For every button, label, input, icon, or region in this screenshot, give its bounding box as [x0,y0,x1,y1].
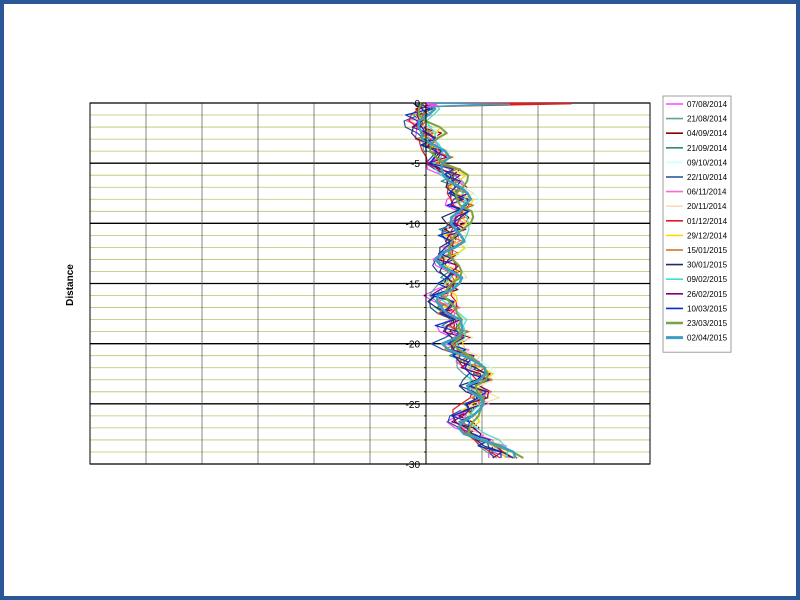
legend-entry-label: 30/01/2015 [687,261,728,270]
legend-entry-label: 29/12/2014 [687,231,728,240]
legend-entry-label: 15/01/2015 [687,246,728,255]
y-tick-label: -30 [406,460,421,471]
legend-entry-label: 09/02/2015 [687,275,728,284]
legend-entry-label: 02/04/2015 [687,334,728,343]
legend-entry-label: 23/03/2015 [687,319,728,328]
grid-layer [89,102,651,465]
legend-entry-label: 21/09/2014 [687,144,728,153]
legend-entry-label: 21/08/2014 [687,115,728,124]
legend-entry-label: 04/09/2014 [687,129,728,138]
chart: 0-5-10-15-20-25-30 07/08/201421/08/20140… [65,95,732,471]
legend-entry-label: 26/02/2015 [687,290,728,299]
legend-entry-label: 20/11/2014 [687,202,727,211]
legend-entry-label: 06/11/2014 [687,188,727,197]
legend-entry-label: 22/10/2014 [687,173,728,182]
y-tick-label: -20 [406,340,421,351]
y-tick-label: 0 [414,99,420,110]
legend-entry-label: 09/10/2014 [687,158,728,167]
y-tick-label: -25 [406,400,421,411]
legend: 07/08/2014 21/08/2014 04/09/2014 21/09/2014… [662,95,732,353]
y-axis-label: Distance [65,264,76,306]
legend-entry-label: 10/03/2015 [687,304,728,313]
y-tick-label: -15 [406,280,421,291]
legend-entry-label: 01/12/2014 [687,217,728,226]
legend-entry-label: 07/08/2014 [687,100,728,109]
y-tick-label: -5 [411,159,420,170]
y-tick-label: -10 [406,219,421,230]
